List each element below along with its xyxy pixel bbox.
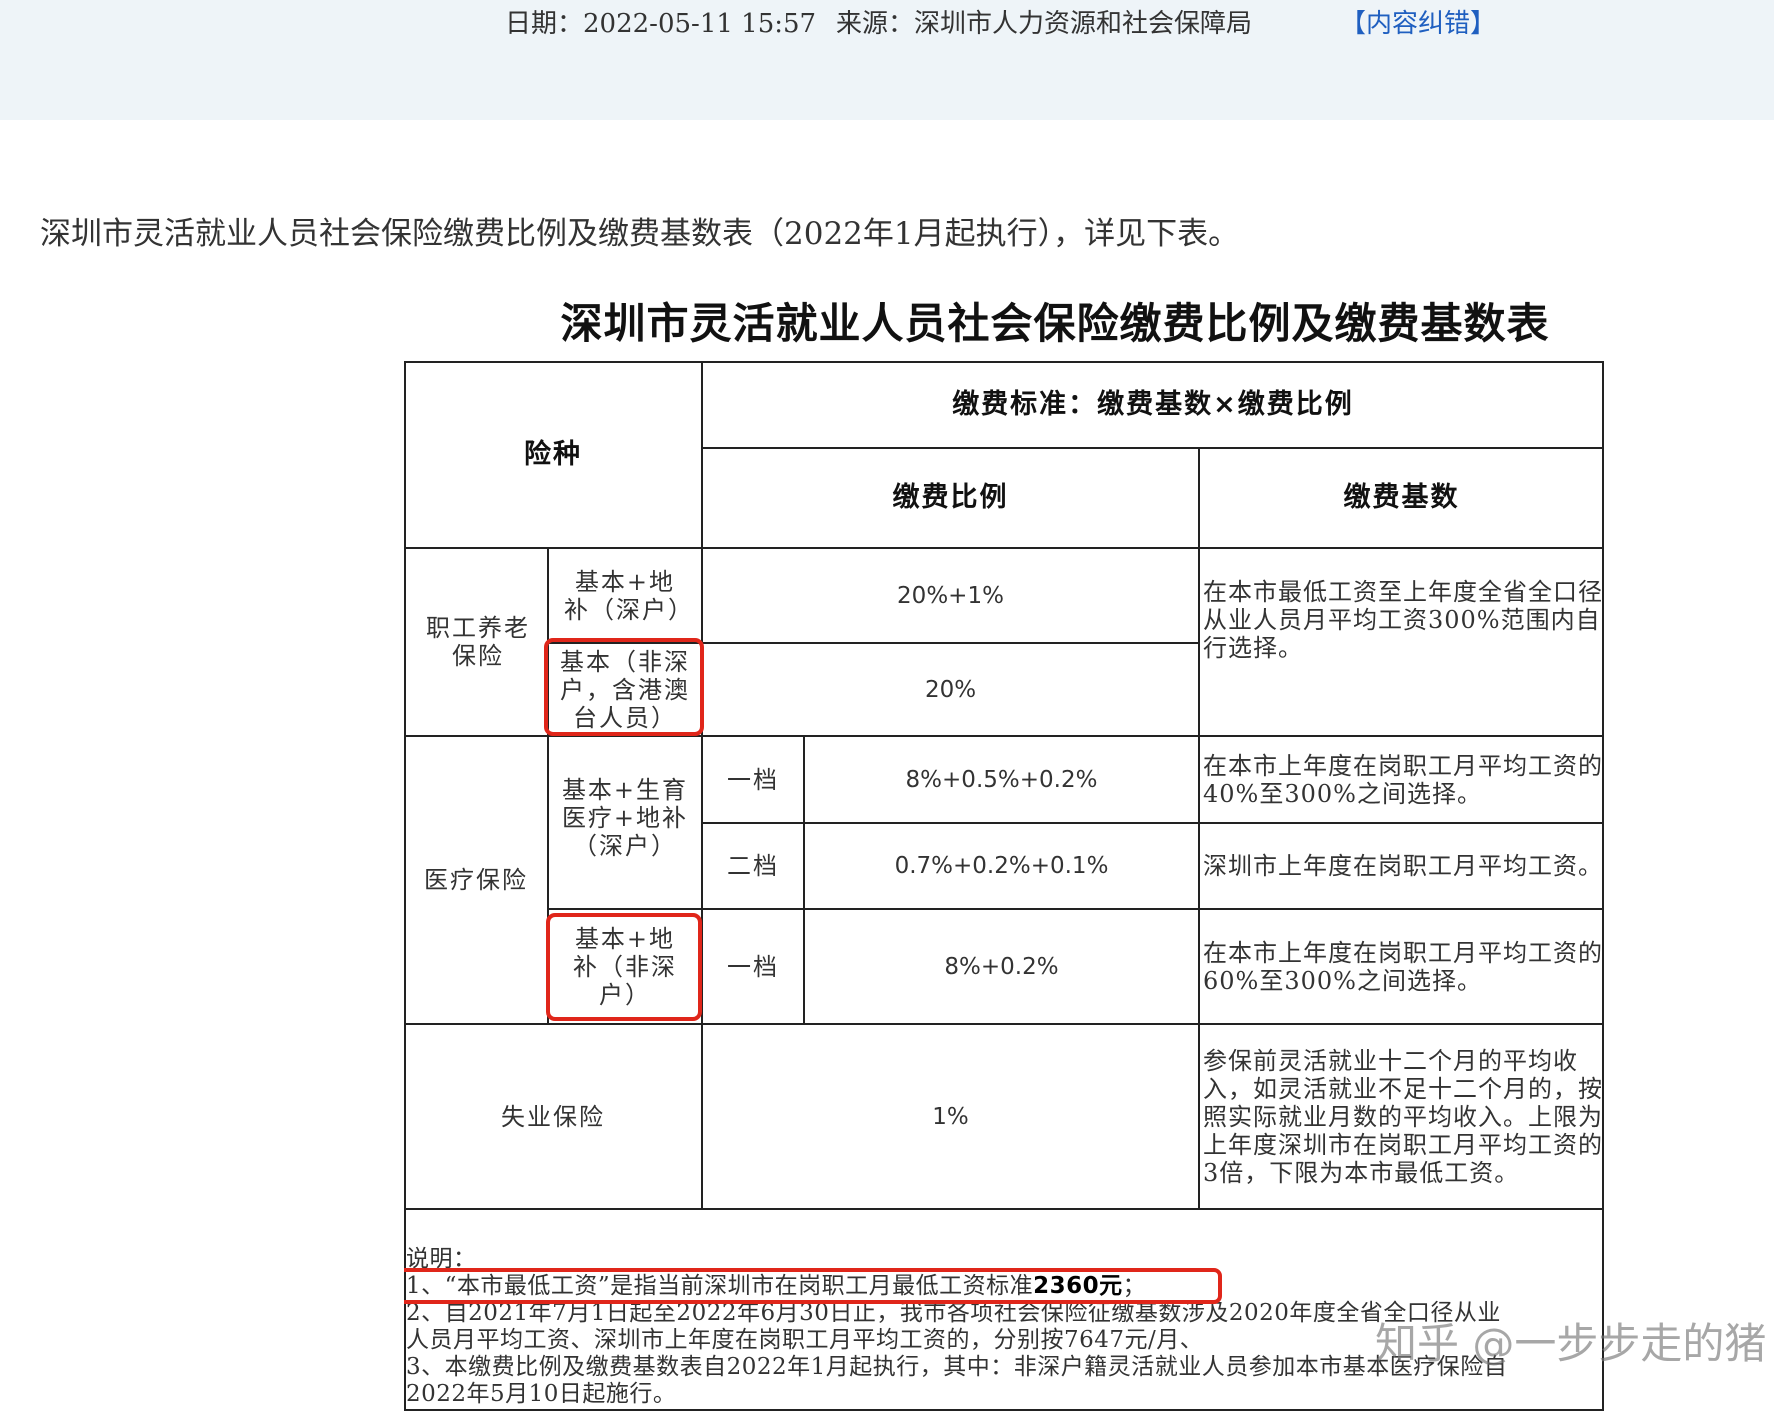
medical-tier1-base: 在本市上年度在岗职工月平均工资的40%至300%之间选择。 [1203,751,1603,808]
medical-tier1-rate: 8%+0.5%+0.2% [905,766,1098,793]
unemployment-label: 失业保险 [501,1102,605,1131]
intro-paragraph: 深圳市灵活就业人员社会保险缴费比例及缴费基数表（2022年1月起执行），详见下表… [40,216,1240,252]
header-base: 缴费基数 [1343,482,1460,513]
medical-tier2-label: 二档 [727,852,779,880]
pension-label: 职工养老保险 [426,614,530,670]
medical-tier2-base: 深圳市上年度在岗职工月平均工资。 [1203,852,1603,880]
medical-type-local: 基本+生育医疗+地补（深户） [561,776,689,860]
unemployment-rate: 1% [932,1103,969,1130]
content-correction-link[interactable]: 【内容纠错】 [1340,3,1496,40]
pension-base: 在本市最低工资至上年度全省全口径从业人员月平均工资300%范围内自行选择。 [1203,578,1603,662]
medical-tier1-label: 一档 [727,765,779,794]
header-standard: 缴费标准：缴费基数×缴费比例 [952,389,1354,420]
zhihu-watermark: 知乎 @一步步走的猪 [1375,1319,1767,1368]
table-title: 深圳市灵活就业人员社会保险缴费比例及缴费基数表 [560,299,1550,348]
publish-date: 日期：2022-05-11 15:57 [505,9,817,39]
pension-rate-local: 20%+1% [897,582,1004,609]
highlight-nonlocal-medical [546,913,702,1021]
header-insurance-type: 险种 [524,439,582,470]
medical-nonlocal-rate: 8%+0.2% [944,953,1059,980]
header-rate: 缴费比例 [892,482,1009,513]
medical-nonlocal-tier-label: 一档 [727,952,779,981]
medical-tier2-rate: 0.7%+0.2%+0.1% [894,853,1109,879]
contribution-table-image: 险种 缴费标准：缴费基数×缴费比例 缴费比例 缴费基数 职工养老保险 基本+地补… [404,358,1606,1412]
pension-rate-nonlocal: 20% [924,676,977,703]
medical-label: 医疗保险 [424,866,528,894]
article-source: 来源：深圳市人力资源和社会保障局 [836,9,1253,39]
highlight-nonlocal-pension [544,638,704,736]
medical-nonlocal-base: 在本市上年度在岗职工月平均工资的60%至300%之间选择。 [1203,938,1603,995]
highlight-minimum-wage [404,1268,1222,1304]
unemployment-base: 参保前灵活就业十二个月的平均收入，如灵活就业不足十二个月的，按照实际就业月数的平… [1203,1046,1603,1187]
note-3b: 2022年5月10日起施行。 [406,1381,677,1407]
article-meta: 日期：2022-05-11 15:57 来源：深圳市人力资源和社会保障局 【内容… [0,0,1774,40]
pension-type-local: 基本+地补（深户） [564,567,694,624]
